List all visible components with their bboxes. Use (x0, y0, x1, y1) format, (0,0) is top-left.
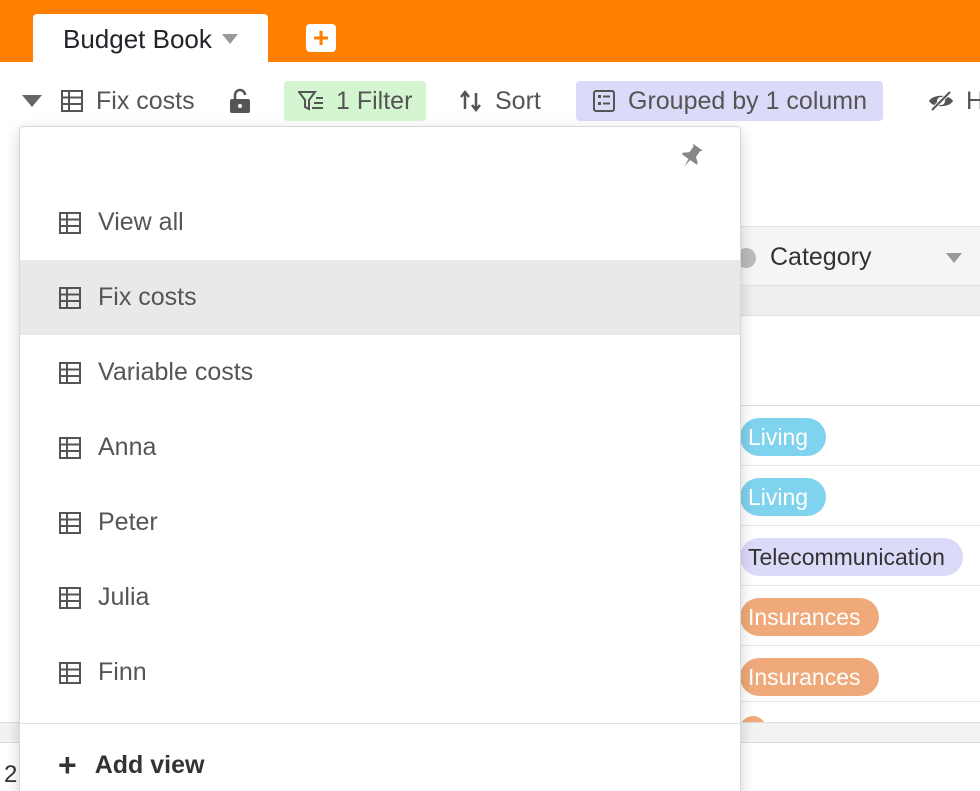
base-tab[interactable]: Budget Book (33, 14, 268, 64)
table-icon (60, 89, 84, 113)
current-view-name: Fix costs (96, 86, 195, 115)
eye-off-icon (928, 90, 954, 112)
group-label: Grouped by 1 column (628, 86, 868, 115)
view-dropdown: View all Fix costs Variable costs Anna P… (19, 126, 741, 791)
filter-label: 1 Filter (336, 86, 413, 115)
table-row[interactable]: Telecommunication (700, 526, 980, 586)
filter-button[interactable]: 1 Filter (284, 81, 427, 121)
sort-button[interactable]: Sort (459, 81, 541, 121)
group-header (700, 316, 980, 406)
table-icon (58, 586, 82, 610)
view-item-label: Julia (98, 583, 150, 611)
group-icon (592, 89, 616, 113)
view-item-fix-costs[interactable]: Fix costs (20, 260, 740, 335)
record-count: 2 (4, 761, 18, 788)
divider (20, 723, 740, 724)
view-item-label: View all (98, 208, 184, 236)
table-row[interactable]: Living (700, 466, 980, 526)
table-icon (58, 211, 82, 235)
view-item-label: Finn (98, 658, 147, 686)
add-view-button[interactable]: + Add view (58, 745, 204, 785)
view-item-view-all[interactable]: View all (20, 185, 740, 260)
add-view-label: Add view (94, 750, 205, 779)
table-row[interactable]: Living (700, 406, 980, 466)
view-item-variable-costs[interactable]: Variable costs (20, 335, 740, 410)
plus-icon: + (58, 747, 77, 783)
hide-columns-button[interactable]: H (928, 81, 980, 121)
category-chip: Telecommunication (740, 538, 963, 576)
view-item-julia[interactable]: Julia (20, 560, 740, 635)
table-icon (58, 286, 82, 310)
base-header: Budget Book + (0, 0, 980, 64)
chevron-down-icon[interactable] (221, 34, 238, 44)
category-chip: Living (740, 478, 827, 516)
view-item-finn[interactable]: Finn (20, 635, 740, 710)
table-icon (58, 511, 82, 535)
view-item-peter[interactable]: Peter (20, 485, 740, 560)
base-name: Budget Book (63, 23, 212, 54)
unlock-icon[interactable] (229, 81, 251, 121)
view-item-label: Peter (98, 508, 158, 536)
table-icon (58, 661, 82, 685)
category-chip: Insurances (740, 658, 879, 696)
view-item-label: Variable costs (98, 358, 254, 386)
filter-icon (298, 90, 324, 112)
column-header-label: Category (770, 243, 872, 271)
category-chip: Living (740, 418, 827, 456)
pin-icon[interactable] (678, 143, 704, 176)
chevron-down-icon[interactable] (946, 253, 962, 263)
hide-label: H (966, 86, 980, 115)
sort-label: Sort (495, 86, 541, 115)
table-row[interactable]: Insurances (700, 586, 980, 646)
sort-icon (459, 89, 483, 113)
category-chip: Insurances (740, 598, 879, 636)
view-selector[interactable]: Fix costs (60, 81, 195, 121)
view-list: View all Fix costs Variable costs Anna P… (20, 185, 740, 710)
table-row[interactable] (700, 702, 980, 754)
app-window: Budget Book + Fix costs 1 Filter Sort Gr… (0, 0, 980, 791)
view-item-label: Fix costs (98, 283, 197, 311)
caret-down-icon[interactable] (22, 95, 42, 107)
view-item-anna[interactable]: Anna (20, 410, 740, 485)
table-icon (58, 436, 82, 460)
column-header-category[interactable]: Category (700, 226, 980, 286)
view-item-label: Anna (98, 433, 157, 461)
table-row[interactable]: Insurances (700, 646, 980, 702)
group-strip (700, 286, 980, 316)
plus-icon[interactable]: + (306, 24, 336, 52)
group-button[interactable]: Grouped by 1 column (576, 81, 884, 121)
table-icon (58, 361, 82, 385)
